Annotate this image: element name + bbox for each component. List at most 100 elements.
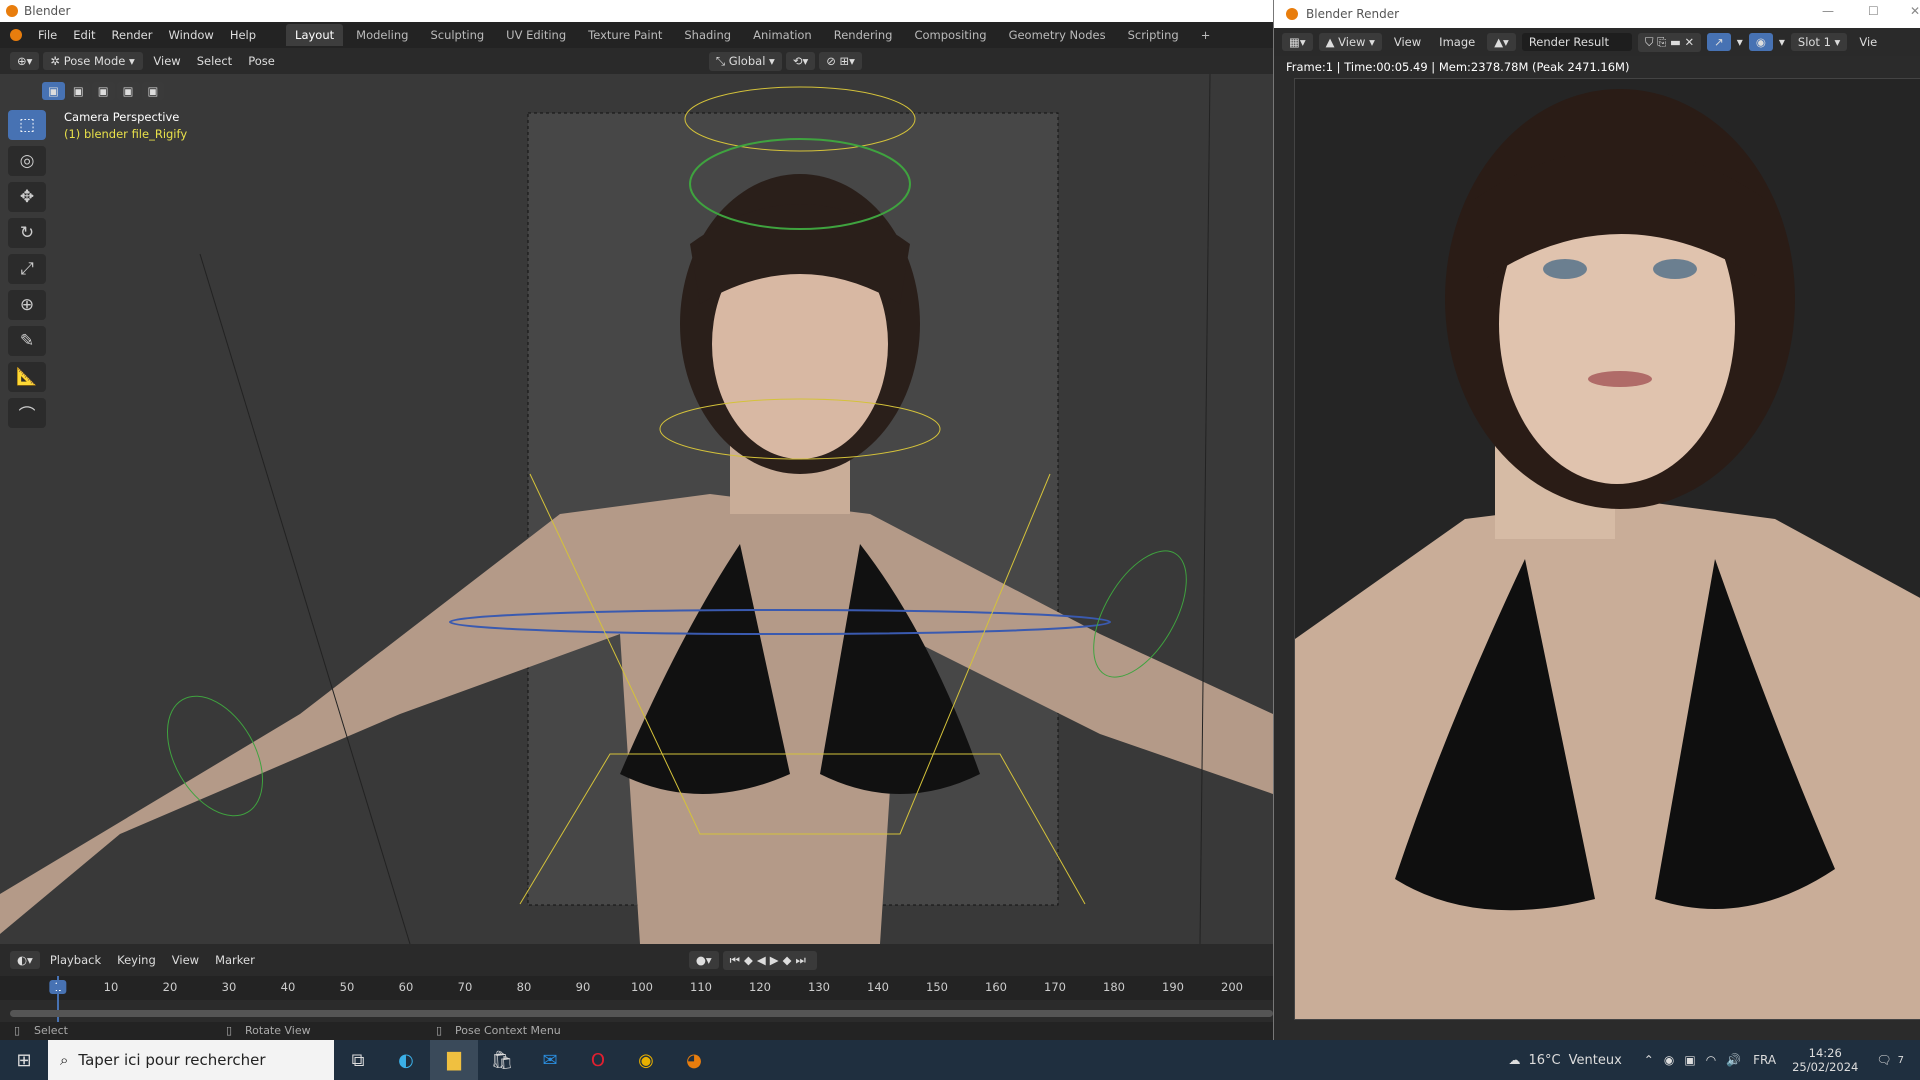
task-view-icon[interactable]: ⧉ [334,1040,382,1080]
menu-view[interactable]: View [147,51,186,71]
editor-type-icon[interactable]: ⊕▾ [10,52,40,70]
file-explorer-icon[interactable]: ▇ [430,1040,478,1080]
search-box[interactable]: ⌕ Taper ici pour rechercher [48,1040,334,1080]
start-button[interactable]: ⊞ [0,1040,48,1080]
add-workspace-button[interactable]: + [1192,24,1220,46]
tab-sculpting[interactable]: Sculpting [421,24,493,46]
open-image-icon[interactable]: ▬ [1670,35,1681,49]
menu-pose[interactable]: Pose [242,51,281,71]
image-editor-type-icon[interactable]: ▦▾ [1282,33,1313,51]
move-icon[interactable]: ✥ [8,182,46,212]
play-icon[interactable]: ▶ [770,953,783,967]
weather-temp[interactable]: 16°C [1529,1053,1561,1068]
notification-icon[interactable]: 🗨 [1876,1053,1891,1067]
gizmo-icon[interactable]: ↗ [1707,33,1731,51]
menu-window[interactable]: Window [162,25,219,45]
wifi-icon[interactable]: ◠ [1706,1053,1716,1067]
relax-pose-icon[interactable]: ⌒ [8,398,46,428]
timeline-scrollbar[interactable] [10,1010,1273,1017]
tab-compositing[interactable]: Compositing [905,24,995,46]
orientation-dropdown[interactable]: ⤡ Global ▾ [708,51,782,71]
prev-key-icon[interactable]: ◆ [744,953,757,967]
menu-playback[interactable]: Playback [44,950,107,970]
timeline-editor-icon[interactable]: ◐▾ [10,951,40,969]
select-box-icon[interactable]: ⬚ [8,110,46,140]
view-mode-dropdown[interactable]: ▲ View ▾ [1318,33,1382,51]
record-icon[interactable]: ◉ [1664,1053,1674,1067]
slot-dropdown[interactable]: Slot 1 ▾ [1790,33,1848,51]
fake-user-icon[interactable]: ⛉ [1645,35,1654,49]
chevron-down-icon[interactable]: ▾ [1737,35,1743,49]
menu-timeline-view[interactable]: View [166,950,205,970]
maximize-icon[interactable]: ☐ [1868,4,1879,18]
playback-controls[interactable]: ⏮◆◀▶◆⏭ [722,950,817,970]
annotate-icon[interactable]: ✎ [8,326,46,356]
edge-icon[interactable]: ◐ [382,1040,430,1080]
auto-key-icon[interactable]: ●▾ [688,951,719,969]
store-icon[interactable]: 🛍 [478,1040,526,1080]
menu-keying[interactable]: Keying [111,950,162,970]
chevron-down-icon[interactable]: ▾ [1779,35,1785,49]
tab-geometry-nodes[interactable]: Geometry Nodes [1000,24,1115,46]
menu-edit[interactable]: Edit [67,25,101,45]
3d-viewport[interactable]: Camera Perspective (1) blender file_Rigi… [0,74,1273,944]
menu-file[interactable]: File [32,25,63,45]
tab-uv-editing[interactable]: UV Editing [497,24,575,46]
frame-tick: 150 [926,980,948,994]
timeline-track[interactable] [0,976,1273,1022]
cursor-icon[interactable]: ◎ [8,146,46,176]
tab-shading[interactable]: Shading [675,24,740,46]
blender-menu-icon[interactable] [10,29,22,41]
chrome-icon[interactable]: ◉ [622,1040,670,1080]
next-key-icon[interactable]: ◆ [783,953,796,967]
tab-layout[interactable]: Layout [286,24,344,46]
menu-render[interactable]: Render [106,25,159,45]
scale-icon[interactable]: ⤢ [8,254,46,284]
tab-scripting[interactable]: Scripting [1119,24,1188,46]
select-intersect-icon[interactable]: ▣ [141,82,165,100]
new-image-icon[interactable]: ⎘ [1657,35,1666,49]
mode-dropdown[interactable]: ✲ Pose Mode ▾ [43,52,144,70]
browse-image-icon[interactable]: ▲▾ [1487,33,1516,51]
weather-desc[interactable]: Venteux [1569,1053,1622,1068]
jump-start-icon[interactable]: ⏮ [730,953,744,967]
overlay-icon[interactable]: ◉ [1748,33,1773,51]
tab-animation[interactable]: Animation [744,24,821,46]
select-invert-icon[interactable]: ▣ [116,82,140,100]
tab-rendering[interactable]: Rendering [825,24,902,46]
menu-marker[interactable]: Marker [209,950,261,970]
image-name-field[interactable]: Render Result [1521,33,1632,51]
camera-icon[interactable]: ▣ [1684,1053,1695,1067]
unlink-icon[interactable]: ✕ [1685,35,1695,49]
transform-icon[interactable]: ⊕ [8,290,46,320]
play-reverse-icon[interactable]: ◀ [757,953,770,967]
render-result-image[interactable] [1294,78,1920,1020]
menu-help[interactable]: Help [224,25,262,45]
jump-end-icon[interactable]: ⏭ [795,953,809,967]
rotate-icon[interactable]: ↻ [8,218,46,248]
select-extend-icon[interactable]: ▣ [66,82,90,100]
language-indicator[interactable]: FRA [1753,1053,1776,1067]
volume-icon[interactable]: 🔊 [1726,1053,1741,1067]
render-window: Blender Render — ☐ ✕ ▦▾ ▲ View ▾ View Im… [1273,0,1920,1040]
menu-render-view[interactable]: View [1388,32,1427,52]
mail-icon[interactable]: ✉ [526,1040,574,1080]
select-subtract-icon[interactable]: ▣ [91,82,115,100]
timeline-ruler[interactable]: 1 10203040506070809010011012013014015016… [0,976,1273,1000]
select-new-icon[interactable]: ▣ [42,82,65,100]
opera-icon[interactable]: O [574,1040,622,1080]
tab-modeling[interactable]: Modeling [347,24,417,46]
blender-taskbar-icon[interactable]: ◕ [670,1040,718,1080]
close-icon[interactable]: ✕ [1910,4,1920,18]
menu-select[interactable]: Select [191,51,238,71]
image-actions[interactable]: ⛉ ⎘ ▬ ✕ [1637,32,1702,52]
measure-icon[interactable]: 📐 [8,362,46,392]
menu-view-cut[interactable]: Vie [1853,32,1883,52]
clock[interactable]: 14:26 25/02/2024 [1792,1046,1858,1074]
minimize-icon[interactable]: — [1822,4,1834,18]
tab-texture-paint[interactable]: Texture Paint [579,24,671,46]
menu-image[interactable]: Image [1433,32,1481,52]
tray-chevron-icon[interactable]: ⌃ [1644,1053,1654,1067]
snap-icon[interactable]: ⊘ ⊞▾ [819,52,862,70]
pivot-icon[interactable]: ⟲▾ [785,52,816,70]
